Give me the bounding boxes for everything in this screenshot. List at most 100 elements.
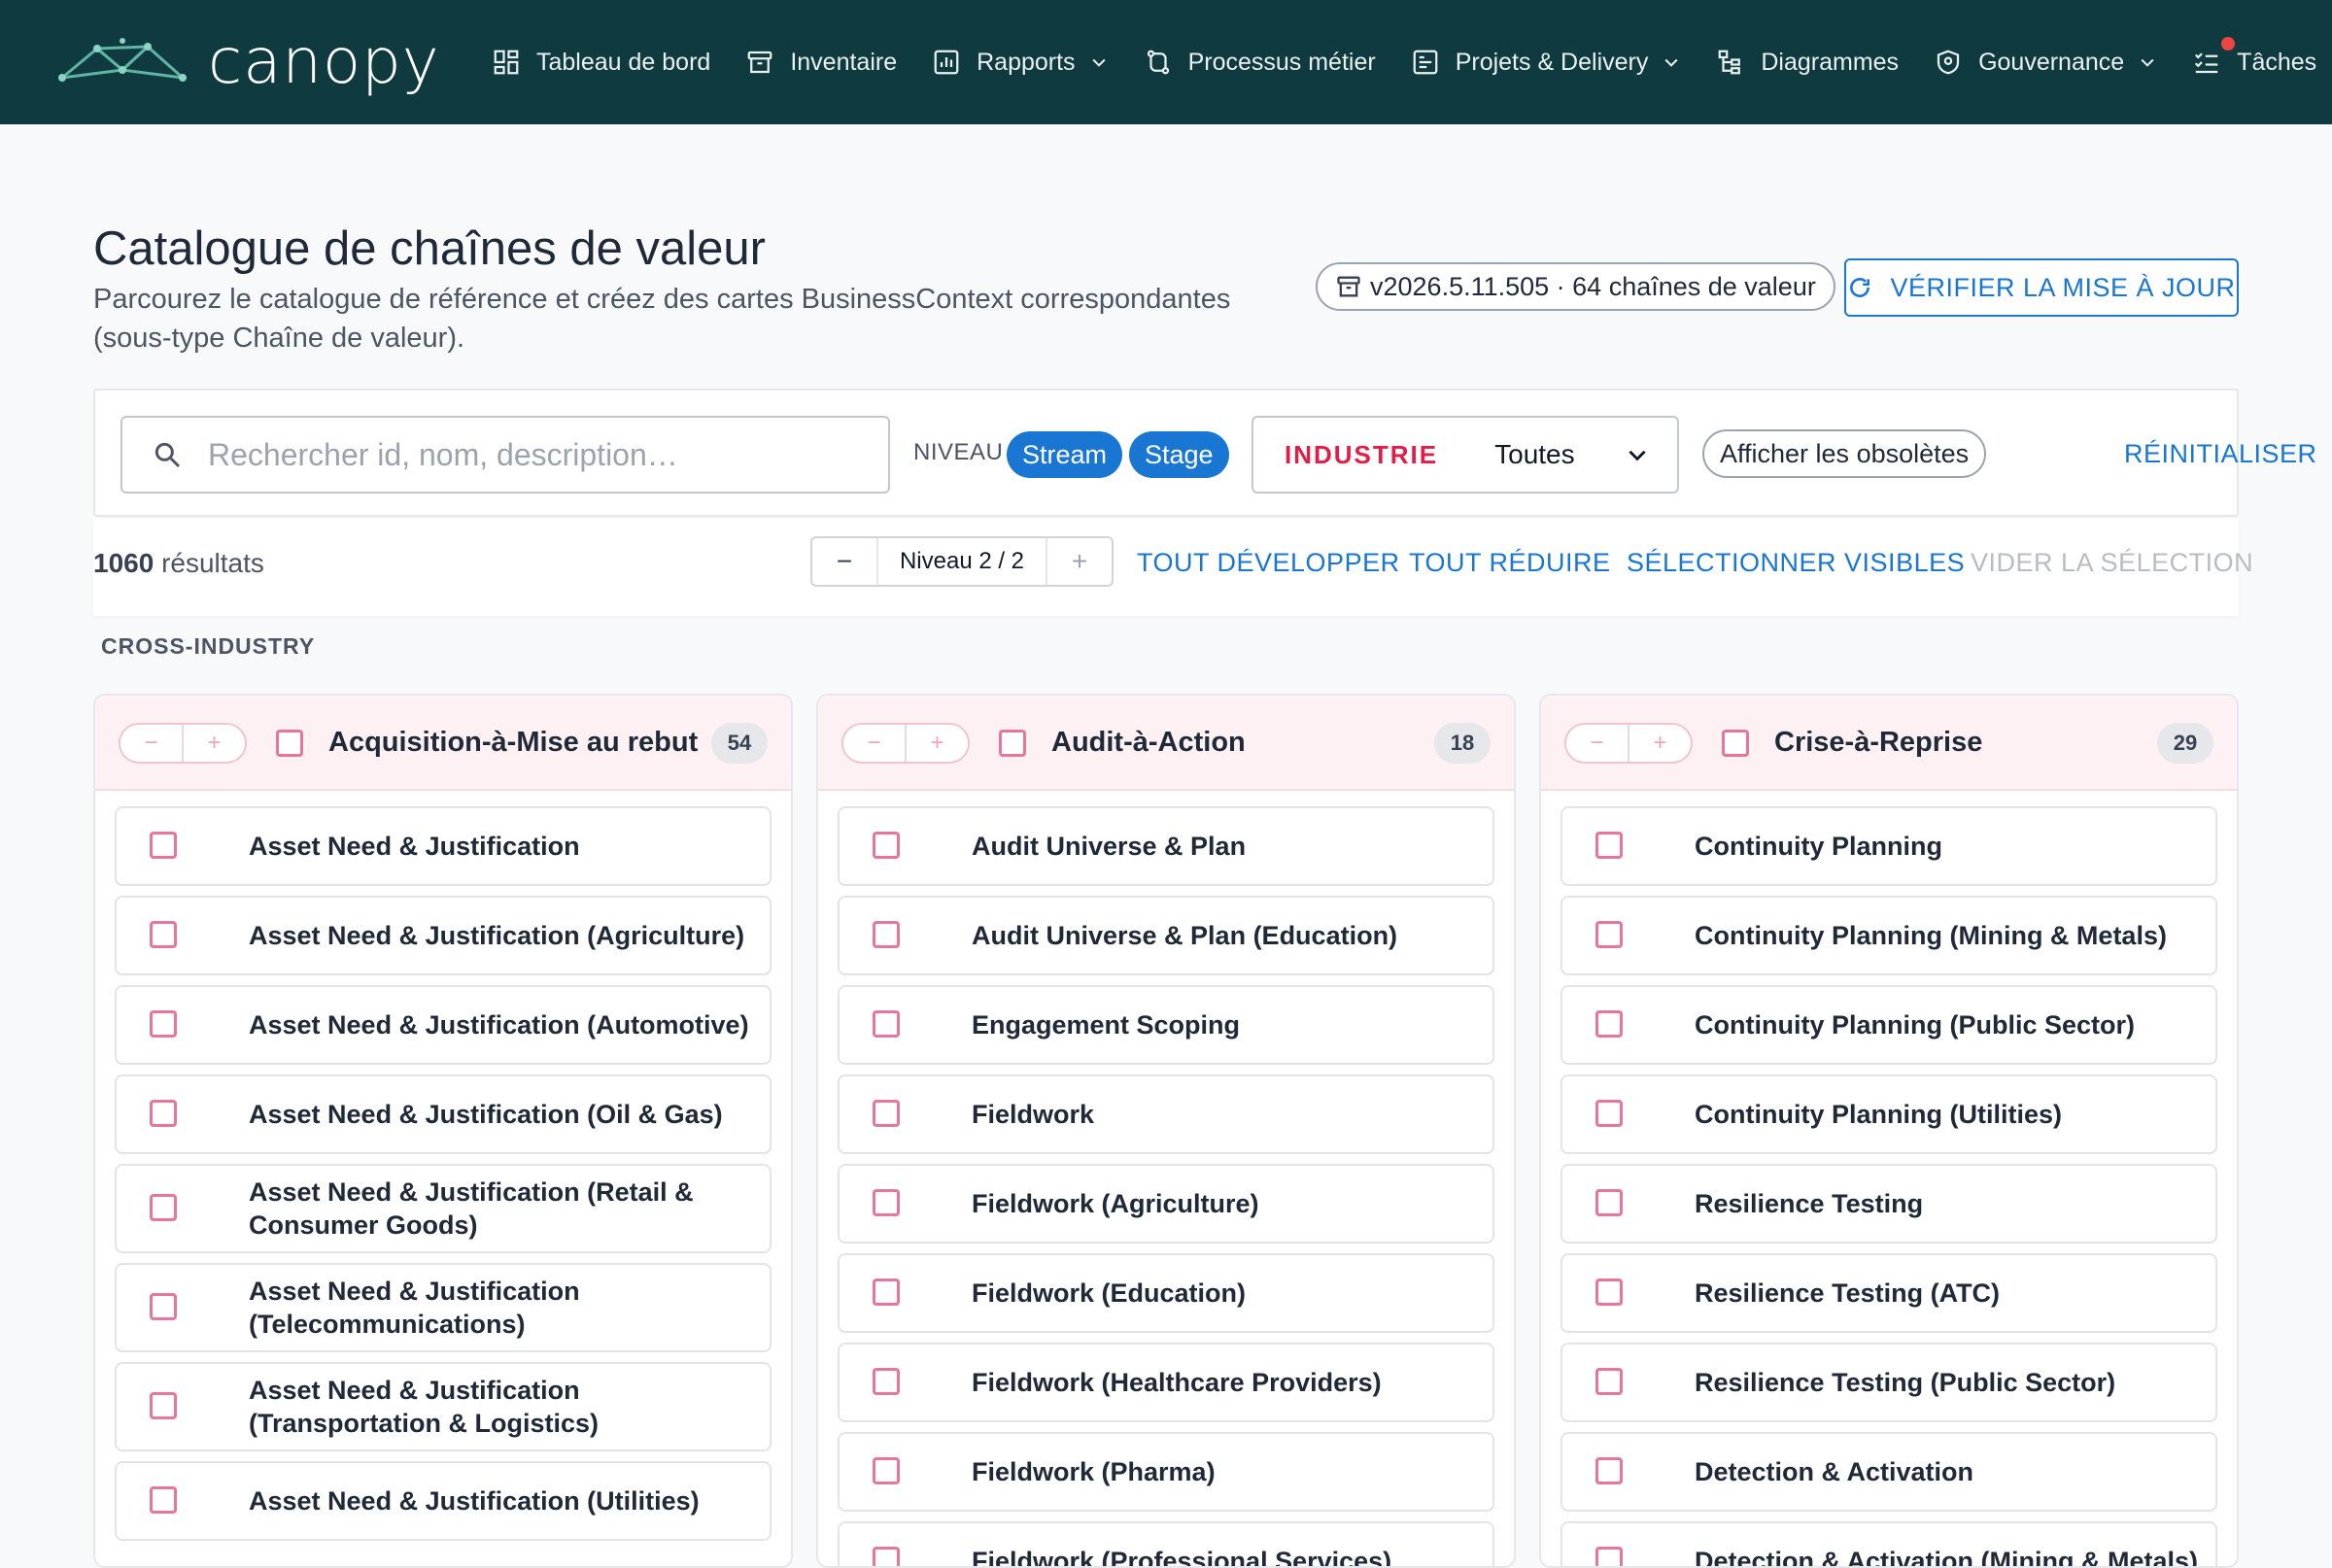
- value-stage-card[interactable]: Resilience Testing: [1560, 1164, 2217, 1244]
- nav-item-label: Tableau de bord: [536, 48, 711, 76]
- nav-item-process[interactable]: Processus métier: [1126, 0, 1393, 124]
- column-title: Audit-à-Action: [1051, 727, 1246, 758]
- reset-button[interactable]: RÉINITIALISER: [2124, 439, 2317, 469]
- search-input[interactable]: [208, 436, 869, 473]
- value-stage-card[interactable]: Detection & Activation (Mining & Metals): [1560, 1521, 2217, 1566]
- stage-select-checkbox[interactable]: [150, 1392, 177, 1419]
- column-collapse-button[interactable]: −: [843, 725, 907, 762]
- value-stage-card[interactable]: Fieldwork (Agriculture): [838, 1164, 1494, 1244]
- stage-select-checkbox[interactable]: [873, 1547, 900, 1566]
- stage-select-checkbox[interactable]: [1595, 1457, 1623, 1484]
- industry-select[interactable]: INDUSTRIE Toutes: [1252, 416, 1679, 494]
- stage-name: Asset Need & Justification (Telecommunic…: [249, 1277, 580, 1339]
- level-increase-button[interactable]: +: [1047, 538, 1112, 585]
- nav-item-label: Gouvernance: [1978, 48, 2125, 76]
- process-icon: [1147, 50, 1169, 75]
- page-title: Catalogue de chaînes de valeur: [93, 222, 766, 275]
- stage-select-checkbox[interactable]: [150, 1100, 177, 1127]
- column-select-checkbox[interactable]: [276, 730, 303, 757]
- value-stage-card[interactable]: Asset Need & Justification (Transportati…: [115, 1362, 772, 1451]
- level-chip-stage[interactable]: Stage: [1129, 431, 1229, 478]
- stage-select-checkbox[interactable]: [873, 1010, 900, 1038]
- value-stage-card[interactable]: Fieldwork (Professional Services): [838, 1521, 1494, 1566]
- section-heading: CROSS-INDUSTRY: [101, 633, 316, 659]
- column-expand-button[interactable]: +: [1629, 725, 1691, 762]
- stage-select-checkbox[interactable]: [1595, 832, 1623, 859]
- show-obsolete-toggle[interactable]: Afficher les obsolètes: [1702, 429, 1987, 478]
- collapse-all-button[interactable]: TOUT RÉDUIRE: [1409, 548, 1611, 578]
- stage-select-checkbox[interactable]: [873, 1368, 900, 1395]
- stage-select-checkbox[interactable]: [150, 1293, 177, 1320]
- archive-icon: [747, 51, 772, 74]
- stage-select-checkbox[interactable]: [873, 1189, 900, 1216]
- expand-all-button[interactable]: TOUT DÉVELOPPER: [1137, 548, 1400, 578]
- value-stage-card[interactable]: Asset Need & Justification (Automotive): [115, 985, 772, 1065]
- stage-select-checkbox[interactable]: [150, 832, 177, 859]
- value-stage-card[interactable]: Asset Need & Justification (Oil & Gas): [115, 1074, 772, 1154]
- stage-select-checkbox[interactable]: [873, 1100, 900, 1127]
- stage-select-checkbox[interactable]: [873, 832, 900, 859]
- results-toolbar: 1060 résultats − Niveau 2 / 2 + TOUT DÉV…: [93, 519, 2253, 616]
- stage-name: Fieldwork (Agriculture): [972, 1189, 1259, 1218]
- stage-select-checkbox[interactable]: [1595, 921, 1623, 948]
- value-stage-card[interactable]: Detection & Activation: [1560, 1432, 2217, 1512]
- stage-select-checkbox[interactable]: [150, 921, 177, 948]
- stage-select-checkbox[interactable]: [150, 1010, 177, 1038]
- column-header: − + Acquisition-à-Mise au rebut 54: [95, 696, 791, 791]
- level-decrease-button[interactable]: −: [812, 538, 876, 585]
- stage-select-checkbox[interactable]: [873, 1457, 900, 1484]
- value-stage-card[interactable]: Audit Universe & Plan (Education): [838, 896, 1494, 975]
- column-select-checkbox[interactable]: [999, 730, 1026, 757]
- check-update-button[interactable]: VÉRIFIER LA MISE À JOUR: [1844, 258, 2239, 317]
- stage-select-checkbox[interactable]: [150, 1486, 177, 1514]
- column-collapse-button[interactable]: −: [120, 725, 184, 762]
- nav-item-dashboard[interactable]: Tableau de bord: [474, 0, 728, 124]
- value-stage-card[interactable]: Fieldwork (Healthcare Providers): [838, 1343, 1494, 1422]
- nav-item-shield[interactable]: Gouvernance: [1916, 0, 2175, 124]
- value-stage-card[interactable]: Asset Need & Justification (Telecommunic…: [115, 1263, 772, 1352]
- stage-select-checkbox[interactable]: [1595, 1100, 1623, 1127]
- value-stage-card[interactable]: Asset Need & Justification (Utilities): [115, 1461, 772, 1541]
- stage-select-checkbox[interactable]: [1595, 1368, 1623, 1395]
- stage-select-checkbox[interactable]: [873, 921, 900, 948]
- nav-item-report[interactable]: Rapports: [914, 0, 1125, 124]
- column-expand-button[interactable]: +: [184, 725, 245, 762]
- stage-select-checkbox[interactable]: [1595, 1010, 1623, 1038]
- stage-select-checkbox[interactable]: [1595, 1547, 1623, 1566]
- stage-select-checkbox[interactable]: [1595, 1189, 1623, 1216]
- nav-item-diagram[interactable]: Diagrammes: [1698, 0, 1916, 124]
- stage-name: Fieldwork: [972, 1100, 1095, 1129]
- value-stage-card[interactable]: Asset Need & Justification: [115, 806, 772, 886]
- value-stage-card[interactable]: Resilience Testing (Public Sector): [1560, 1343, 2217, 1422]
- value-stage-card[interactable]: Continuity Planning (Utilities): [1560, 1074, 2217, 1154]
- nav-item-project[interactable]: Projets & Delivery: [1393, 0, 1699, 124]
- stage-name: Continuity Planning: [1695, 832, 1942, 861]
- value-stage-card[interactable]: Resilience Testing (ATC): [1560, 1253, 2217, 1333]
- value-stage-card[interactable]: Continuity Planning: [1560, 806, 2217, 886]
- column-collapse-button[interactable]: −: [1566, 725, 1629, 762]
- notification-dot: [2221, 37, 2236, 51]
- clear-selection-button[interactable]: VIDER LA SÉLECTION: [1971, 548, 2253, 578]
- stage-select-checkbox[interactable]: [1595, 1278, 1623, 1306]
- value-stage-card[interactable]: Fieldwork: [838, 1074, 1494, 1154]
- value-stage-card[interactable]: Fieldwork (Education): [838, 1253, 1494, 1333]
- value-stage-card[interactable]: Fieldwork (Pharma): [838, 1432, 1494, 1512]
- brand-logo[interactable]: canopy: [58, 29, 440, 95]
- value-stage-card[interactable]: Asset Need & Justification (Retail & Con…: [115, 1164, 772, 1253]
- search-box[interactable]: [120, 416, 890, 494]
- value-stage-card[interactable]: Continuity Planning (Public Sector): [1560, 985, 2217, 1065]
- value-stage-card[interactable]: Continuity Planning (Mining & Metals): [1560, 896, 2217, 975]
- value-stage-card[interactable]: Asset Need & Justification (Agriculture): [115, 896, 772, 975]
- value-stage-card[interactable]: Engagement Scoping: [838, 985, 1494, 1065]
- level-chip-stream[interactable]: Stream: [1007, 431, 1123, 478]
- nav-item-archive[interactable]: Inventaire: [728, 0, 914, 124]
- stage-name: Asset Need & Justification (Agriculture): [249, 921, 745, 950]
- stage-name: Continuity Planning (Utilities): [1695, 1100, 2062, 1129]
- column-select-checkbox[interactable]: [1722, 730, 1749, 757]
- nav-item-tasks[interactable]: Tâches: [2175, 0, 2332, 124]
- stage-select-checkbox[interactable]: [150, 1194, 177, 1221]
- column-expand-button[interactable]: +: [907, 725, 968, 762]
- stage-select-checkbox[interactable]: [873, 1278, 900, 1306]
- value-stage-card[interactable]: Audit Universe & Plan: [838, 806, 1494, 886]
- select-visible-button[interactable]: SÉLECTIONNER VISIBLES: [1627, 548, 1965, 578]
